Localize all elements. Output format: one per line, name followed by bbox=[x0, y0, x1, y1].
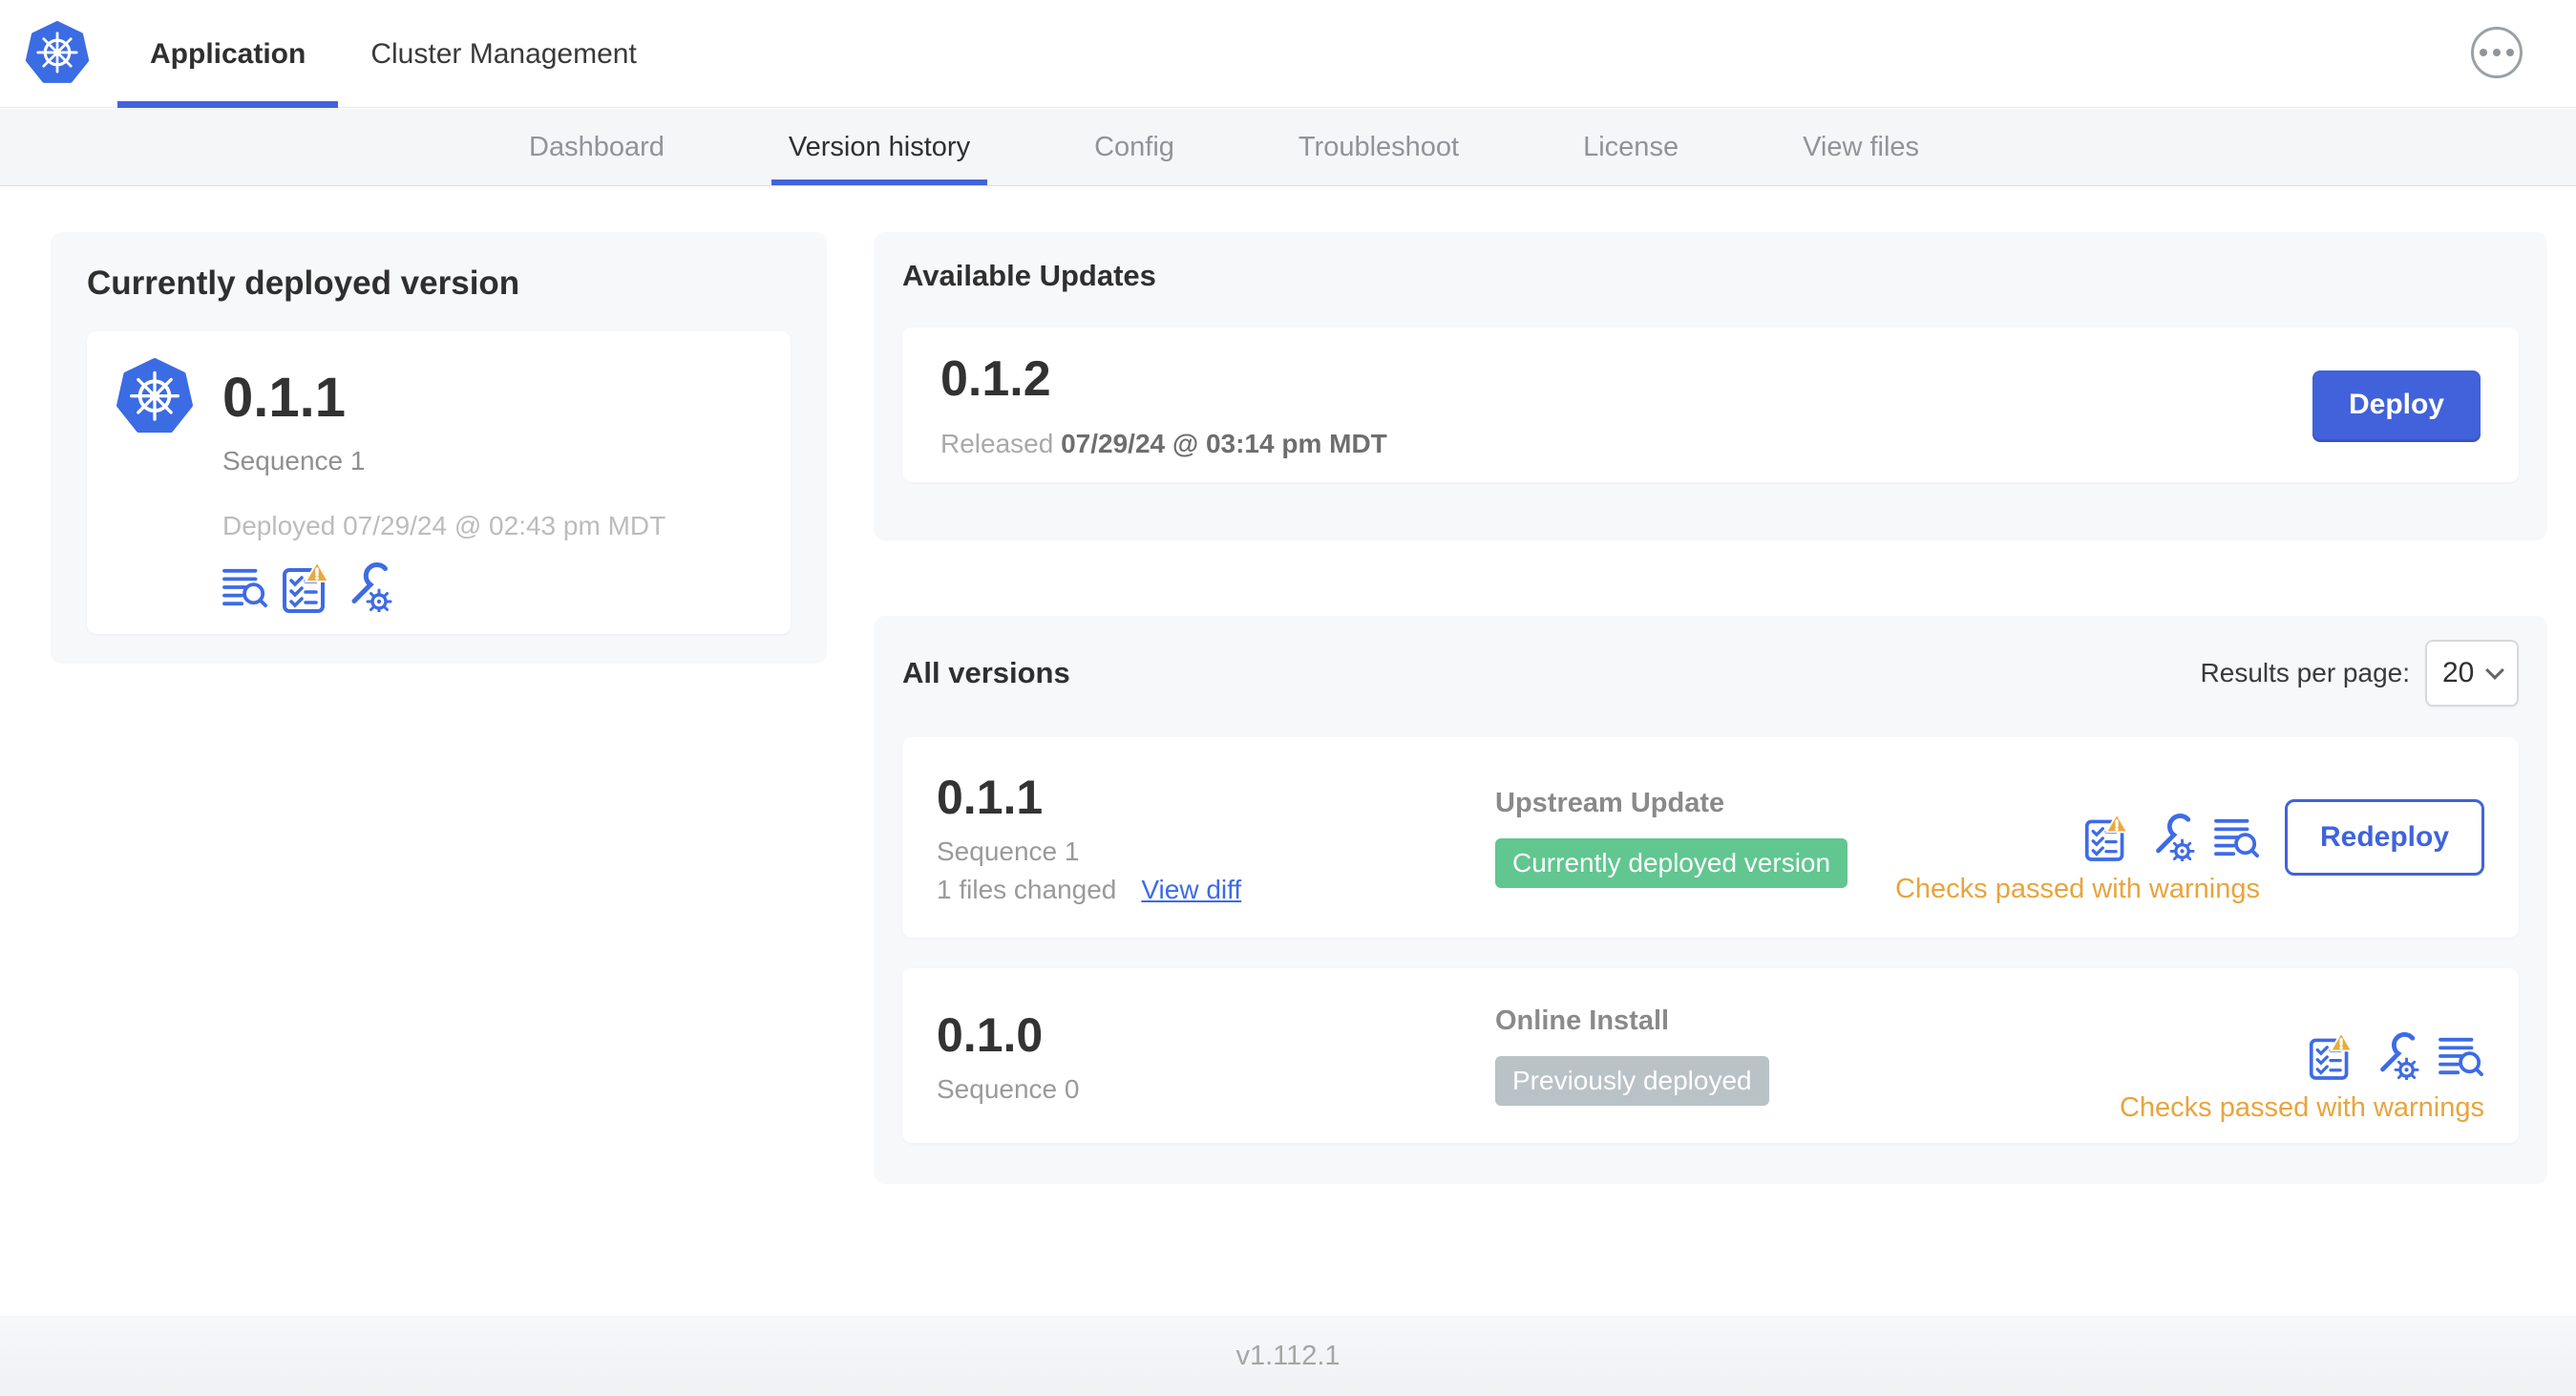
update-row: 0.1.2 Released 07/29/24 @ 03:14 pm MDT D… bbox=[902, 328, 2519, 482]
results-per-page-select[interactable]: 20 bbox=[2425, 640, 2519, 707]
available-updates-title: Available Updates bbox=[902, 259, 1156, 292]
deployed-sequence: Sequence 1 bbox=[222, 446, 366, 476]
top-header: Application Cluster Management bbox=[0, 0, 2576, 108]
files-changed-label: 1 files changed bbox=[937, 875, 1117, 904]
tab-application-label: Application bbox=[150, 37, 306, 70]
diff-logs-icon[interactable] bbox=[222, 566, 268, 608]
checks-status-text: Checks passed with warnings bbox=[1894, 874, 2260, 904]
row-source-label: Online Install bbox=[1495, 1005, 1670, 1036]
app-switcher-tabs: Application Cluster Management bbox=[117, 0, 669, 108]
all-versions-title: All versions bbox=[902, 656, 1070, 689]
available-updates-card: Available Updates 0.1.2 Released 07/29/2… bbox=[874, 232, 2547, 540]
kubernetes-logo-icon bbox=[25, 21, 90, 86]
subnav-dashboard[interactable]: Dashboard bbox=[512, 109, 682, 185]
edit-config-icon[interactable] bbox=[343, 562, 392, 612]
subnav-config[interactable]: Config bbox=[1077, 109, 1192, 185]
ellipsis-icon bbox=[2480, 49, 2487, 56]
version-row-0-1-0: 0.1.0 Sequence 0 Online Install Previous… bbox=[902, 968, 2519, 1143]
currently-deployed-card: Currently deployed version 0.1.1 Sequenc… bbox=[51, 232, 827, 664]
diff-logs-icon[interactable] bbox=[2439, 1035, 2484, 1077]
app-subnav: Dashboard Version history Config Trouble… bbox=[0, 109, 2576, 186]
subnav-license[interactable]: License bbox=[1566, 109, 1696, 185]
tab-application[interactable]: Application bbox=[117, 0, 339, 108]
edit-config-icon[interactable] bbox=[2372, 1031, 2419, 1080]
edit-config-icon[interactable] bbox=[2147, 814, 2195, 861]
results-per-page-label: Results per page: bbox=[2200, 658, 2410, 687]
row-sequence: Sequence 1 bbox=[937, 836, 1080, 866]
deploy-button[interactable]: Deploy bbox=[2312, 370, 2481, 439]
chevron-down-icon bbox=[2485, 661, 2504, 680]
update-released-date: 07/29/24 @ 03:14 pm MDT bbox=[1061, 429, 1387, 458]
update-released-line: Released 07/29/24 @ 03:14 pm MDT bbox=[940, 429, 1387, 458]
row-version-number: 0.1.1 bbox=[937, 771, 1044, 824]
tab-cluster-management[interactable]: Cluster Management bbox=[338, 0, 668, 108]
console-version: v1.112.1 bbox=[1235, 1340, 1341, 1371]
kubernetes-app-icon bbox=[116, 358, 194, 436]
deployed-version-number: 0.1.1 bbox=[222, 366, 346, 429]
currently-deployed-badge: Currently deployed version bbox=[1495, 837, 1848, 888]
previously-deployed-badge: Previously deployed bbox=[1495, 1056, 1769, 1106]
currently-deployed-title: Currently deployed version bbox=[87, 264, 520, 302]
all-versions-card: All versions Results per page: 20 0.1.1 … bbox=[874, 616, 2547, 1184]
diff-logs-icon[interactable] bbox=[2214, 816, 2260, 858]
preflight-checks-warning-icon[interactable] bbox=[2309, 1030, 2353, 1081]
checks-status-text: Checks passed with warnings bbox=[2119, 1091, 2484, 1123]
view-diff-link[interactable]: View diff bbox=[1141, 875, 1241, 905]
version-row-0-1-1: 0.1.1 Sequence 1 1 files changed View di… bbox=[902, 737, 2519, 938]
deployed-timestamp: Deployed 07/29/24 @ 02:43 pm MDT bbox=[222, 511, 666, 540]
ellipsis-menu-button[interactable] bbox=[2471, 27, 2523, 78]
subnav-troubleshoot[interactable]: Troubleshoot bbox=[1281, 109, 1476, 185]
update-version-number: 0.1.2 bbox=[940, 351, 1051, 407]
currently-deployed-version-tile: 0.1.1 Sequence 1 Deployed 07/29/24 @ 02:… bbox=[87, 331, 791, 634]
redeploy-button[interactable]: Redeploy bbox=[2284, 799, 2484, 876]
row-sequence: Sequence 0 bbox=[937, 1073, 1080, 1104]
subnav-version-history[interactable]: Version history bbox=[771, 109, 988, 185]
app-footer: v1.112.1 bbox=[0, 1316, 2576, 1396]
row-version-number: 0.1.0 bbox=[937, 1007, 1044, 1062]
subnav-view-files[interactable]: View files bbox=[1785, 109, 1936, 185]
row-source-label: Upstream Update bbox=[1495, 787, 1725, 818]
preflight-checks-warning-icon[interactable] bbox=[2084, 813, 2128, 862]
tab-cluster-management-label: Cluster Management bbox=[370, 37, 637, 70]
preflight-checks-warning-icon[interactable] bbox=[282, 561, 329, 614]
